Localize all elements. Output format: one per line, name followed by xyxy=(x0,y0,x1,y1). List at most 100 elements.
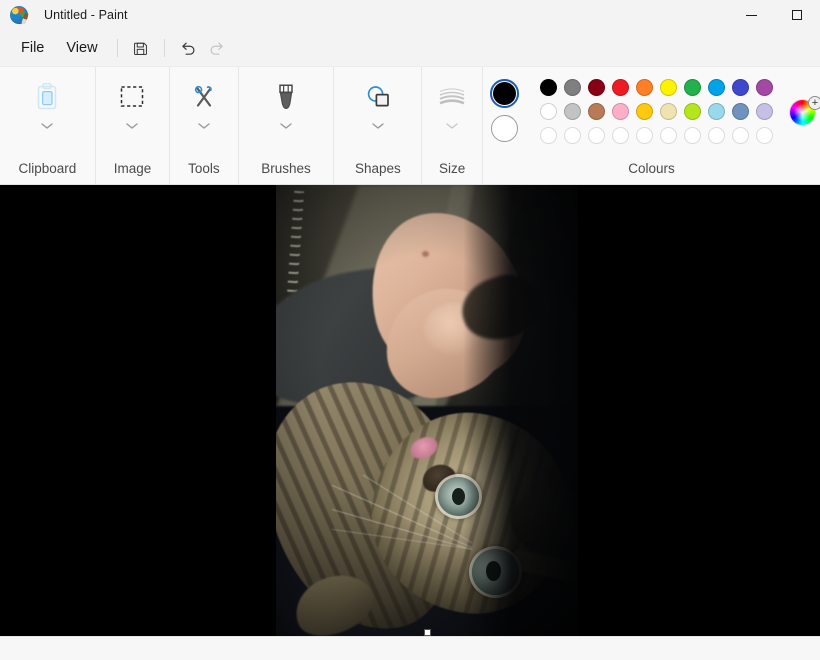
bottom-center-resize-handle[interactable] xyxy=(424,629,431,636)
colour-swatch-row1-5[interactable] xyxy=(636,79,653,96)
chevron-down-icon xyxy=(197,117,211,135)
colour-swatch-row2-2[interactable] xyxy=(564,103,581,120)
ribbon-group-label-shapes: Shapes xyxy=(355,161,401,176)
palette-cell xyxy=(560,75,584,99)
colour-swatch-row1-6[interactable] xyxy=(660,79,677,96)
palette-cell xyxy=(536,123,560,147)
menu-bar: File View xyxy=(0,30,820,66)
save-icon xyxy=(132,40,149,57)
colour-swatch-row2-9[interactable] xyxy=(732,103,749,120)
palette-cell xyxy=(752,99,776,123)
shapes-button[interactable] xyxy=(353,75,403,137)
palette-cell xyxy=(704,75,728,99)
paint-palette-icon xyxy=(10,6,28,24)
ribbon-group-label-brushes: Brushes xyxy=(261,161,311,176)
palette-cell xyxy=(728,123,752,147)
menu-view[interactable]: View xyxy=(55,35,108,61)
palette-cell xyxy=(560,99,584,123)
colour-swatch-row3-8[interactable] xyxy=(708,127,725,144)
colour-swatch-row2-4[interactable] xyxy=(612,103,629,120)
primary-colour-swatch[interactable] xyxy=(491,80,518,107)
canvas-area[interactable] xyxy=(0,185,820,636)
colour-swatch-row2-6[interactable] xyxy=(660,103,677,120)
ribbon-group-label-image: Image xyxy=(114,161,152,176)
redo-icon xyxy=(208,39,227,58)
colour-swatch-row3-7[interactable] xyxy=(684,127,701,144)
save-button[interactable] xyxy=(126,34,156,62)
ribbon-group-brushes: Brushes xyxy=(239,67,335,185)
selection-rectangle-icon xyxy=(118,80,146,114)
colour-swatch-row3-6[interactable] xyxy=(660,127,677,144)
size-lines-icon xyxy=(437,80,467,114)
minimize-icon xyxy=(746,15,757,16)
window-title: Untitled - Paint xyxy=(44,8,128,22)
colour-swatch-row3-5[interactable] xyxy=(636,127,653,144)
ribbon-group-size: Size xyxy=(422,67,483,185)
ribbon-group-clipboard: Clipboard xyxy=(0,67,96,185)
colour-swatch-row1-7[interactable] xyxy=(684,79,701,96)
colour-swatch-row2-1[interactable] xyxy=(540,103,557,120)
colours-row: + xyxy=(483,75,820,147)
palette-cell xyxy=(608,75,632,99)
palette-cell xyxy=(584,75,608,99)
colour-swatch-row2-8[interactable] xyxy=(708,103,725,120)
colour-swatch-row1-4[interactable] xyxy=(612,79,629,96)
palette-cell xyxy=(584,123,608,147)
colours-group-label: Colours xyxy=(628,161,675,176)
palette-cell xyxy=(536,75,560,99)
colour-swatch-row2-10[interactable] xyxy=(756,103,773,120)
clipboard-button[interactable] xyxy=(24,75,70,137)
colour-swatch-row3-1[interactable] xyxy=(540,127,557,144)
colour-swatch-row3-3[interactable] xyxy=(588,127,605,144)
colour-swatch-row3-10[interactable] xyxy=(756,127,773,144)
colour-swatch-row1-9[interactable] xyxy=(732,79,749,96)
colour-palette xyxy=(536,75,776,147)
secondary-colour-swatch[interactable] xyxy=(491,115,518,142)
colour-swatch-row3-9[interactable] xyxy=(732,127,749,144)
colour-swatch-row1-8[interactable] xyxy=(708,79,725,96)
palette-cell xyxy=(656,99,680,123)
ribbon-group-tools: Tools xyxy=(170,67,238,185)
palette-cell xyxy=(632,123,656,147)
ribbon-group-label-size: Size xyxy=(439,161,465,176)
colour-swatch-row1-2[interactable] xyxy=(564,79,581,96)
size-button[interactable] xyxy=(427,75,477,137)
undo-button[interactable] xyxy=(173,34,203,62)
toolbar-separator-2 xyxy=(164,39,165,57)
maximize-icon xyxy=(792,10,802,20)
brushes-button[interactable] xyxy=(264,75,308,137)
edit-colours-button[interactable]: + xyxy=(790,96,820,126)
palette-cell xyxy=(656,75,680,99)
redo-button xyxy=(203,34,233,62)
colour-swatch-row1-1[interactable] xyxy=(540,79,557,96)
palette-cell xyxy=(536,99,560,123)
colour-swatch-row3-2[interactable] xyxy=(564,127,581,144)
palette-cell xyxy=(608,123,632,147)
palette-cell xyxy=(704,123,728,147)
colour-swatch-row1-10[interactable] xyxy=(756,79,773,96)
status-bar xyxy=(0,636,820,660)
colour-swatch-row2-5[interactable] xyxy=(636,103,653,120)
palette-cell xyxy=(632,99,656,123)
palette-cell xyxy=(584,99,608,123)
colour-swatch-row2-7[interactable] xyxy=(684,103,701,120)
image-button[interactable] xyxy=(108,75,156,137)
colour-swatch-row1-3[interactable] xyxy=(588,79,605,96)
ribbon-group-shapes: Shapes xyxy=(334,67,422,185)
ribbon-group-label-tools: Tools xyxy=(188,161,220,176)
chevron-down-icon xyxy=(445,117,459,135)
toolbar-separator xyxy=(117,39,118,57)
maximize-button[interactable] xyxy=(774,0,820,30)
colour-swatch-row2-3[interactable] xyxy=(588,103,605,120)
tools-button[interactable] xyxy=(180,75,228,137)
brush-icon xyxy=(274,80,298,114)
palette-cell xyxy=(680,75,704,99)
colour-swatch-row3-4[interactable] xyxy=(612,127,629,144)
minimize-button[interactable] xyxy=(728,0,774,30)
ribbon-group-colours: + Colours xyxy=(483,67,820,185)
palette-cell xyxy=(656,123,680,147)
undo-icon xyxy=(178,39,197,58)
clipboard-icon xyxy=(34,80,60,114)
menu-file[interactable]: File xyxy=(10,35,55,61)
pasted-photo[interactable] xyxy=(276,185,578,636)
